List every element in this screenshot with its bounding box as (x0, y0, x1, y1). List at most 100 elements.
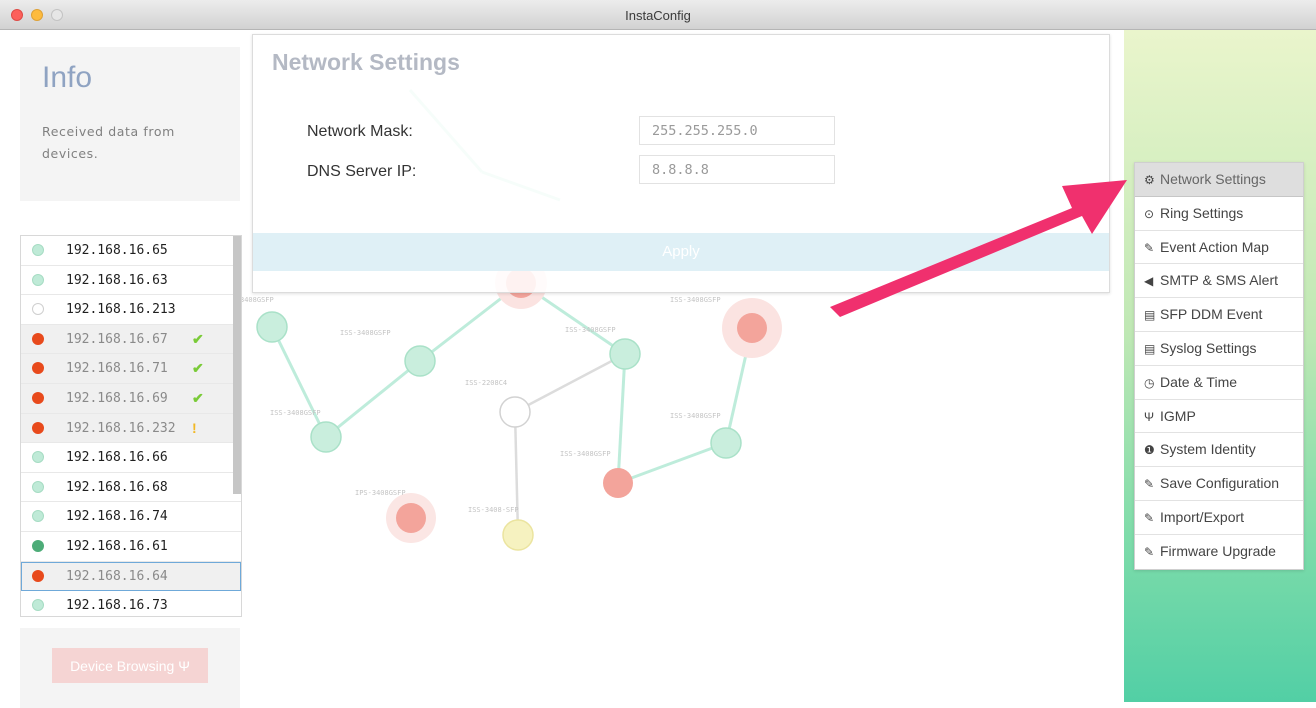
network-mask-input[interactable] (639, 116, 835, 145)
device-browsing-button[interactable]: Device Browsing Ψ (52, 648, 208, 683)
info-title: Info (42, 61, 93, 94)
menu-icon: ✎ (1144, 510, 1155, 525)
device-row[interactable]: 192.168.16.65 (21, 236, 241, 266)
network-settings-title: Network Settings (272, 49, 460, 75)
graph-node (404, 345, 436, 377)
menu-item-syslog-settings[interactable]: ▤ Syslog Settings (1135, 332, 1303, 366)
graph-node (603, 468, 633, 498)
menu-icon: ✎ (1144, 477, 1155, 492)
graph-node (710, 427, 742, 459)
device-row[interactable]: 192.168.16.66 (21, 443, 241, 473)
device-ip: 192.168.16.232 (66, 420, 176, 436)
status-dot-icon (32, 332, 44, 345)
menu-icon: ✎ (1144, 544, 1155, 559)
device-ip: 192.168.16.65 (66, 243, 168, 258)
settings-menu: ⚙ Network Settings ⊙ Ring Settings ✎ Event Ac… (1134, 162, 1304, 570)
window-title: InstaConfig (625, 8, 691, 23)
graph-node (737, 313, 767, 343)
graph-node-label: ISS-3408-SFP (468, 506, 519, 514)
graph-node-label: IPS-3408GSFP (355, 489, 406, 497)
device-row[interactable]: 192.168.16.63 (21, 266, 241, 296)
device-row[interactable]: 192.168.16.71 ✔ (21, 354, 241, 384)
graph-node-label: ISS-3408GSFP (565, 326, 616, 334)
menu-icon: ✎ (1144, 240, 1155, 255)
menu-item-label: Date & Time (1160, 373, 1238, 390)
status-dot-icon (32, 391, 44, 404)
device-ip: 192.168.16.63 (66, 272, 168, 288)
device-row[interactable]: 192.168.16.67 ✔ (21, 324, 241, 355)
menu-icon: ◷ (1144, 375, 1155, 390)
warning-icon: ! (192, 419, 197, 436)
status-dot-icon (32, 303, 44, 316)
device-list[interactable]: 192.168.16.65 192.168.16.63 192.168.16.213… (20, 235, 242, 617)
menu-item-network-settings[interactable]: ⚙ Network Settings (1135, 163, 1303, 197)
menu-item-label: Import/Export (1160, 508, 1245, 525)
menu-item-smtp-sms-alert[interactable]: ◀ SMTP & SMS Alert (1135, 264, 1303, 299)
device-row[interactable]: 192.168.16.74 (21, 502, 241, 532)
graph-node-label: ISS-3408GSFP (670, 296, 721, 304)
menu-item-label: Network Settings (1160, 171, 1266, 187)
menu-item-label: Firmware Upgrade (1160, 542, 1276, 559)
sitemap-icon: Ψ (178, 658, 190, 674)
graph-node (256, 311, 288, 343)
menu-item-save-configuration[interactable]: ✎ Save Configuration (1135, 467, 1303, 501)
device-ip: 192.168.16.64 (66, 568, 168, 584)
menu-icon: ▤ (1144, 308, 1156, 323)
device-row[interactable]: 192.168.16.69 ✔ (21, 383, 241, 414)
device-row[interactable]: 192.168.16.213 (21, 295, 241, 325)
device-ip: 192.168.16.68 (66, 479, 168, 495)
device-list-scrollbar[interactable] (233, 236, 241, 494)
menu-item-event-action-map[interactable]: ✎ Event Action Map (1135, 231, 1303, 265)
status-dot-icon (32, 599, 44, 612)
menu-item-label: IGMP (1160, 407, 1196, 424)
device-browsing-card: Device Browsing Ψ (20, 628, 240, 708)
device-row[interactable]: 192.168.16.64 (21, 561, 241, 592)
menu-icon: Ψ (1144, 409, 1155, 424)
graph-node-label: ISS-2208C4 (465, 379, 507, 387)
status-dot-icon (32, 244, 44, 256)
menu-item-system-identity[interactable]: ❶ System Identity (1135, 433, 1303, 468)
device-row[interactable]: 192.168.16.68 (21, 473, 241, 503)
graph-node (502, 519, 534, 551)
device-ip: 192.168.16.213 (66, 302, 176, 318)
graph-node (499, 396, 531, 428)
apply-button[interactable]: Apply (253, 233, 1109, 271)
checkmark-icon: ✔ (192, 389, 204, 406)
menu-item-label: SMTP & SMS Alert (1160, 272, 1278, 289)
status-dot-icon (32, 510, 44, 523)
menu-icon: ❶ (1144, 443, 1155, 458)
menu-item-igmp[interactable]: Ψ IGMP (1135, 400, 1303, 434)
menu-item-label: Syslog Settings (1160, 339, 1257, 356)
graph-node-label: ISS-3408GSFP (270, 409, 321, 417)
network-mask-label: Network Mask: (307, 123, 413, 140)
menu-item-firmware-upgrade[interactable]: ✎ Firmware Upgrade (1135, 535, 1303, 569)
menu-item-label: Ring Settings (1160, 204, 1244, 221)
menu-item-sfp-ddm-event[interactable]: ▤ SFP DDM Event (1135, 298, 1303, 332)
status-dot-icon (32, 362, 44, 375)
menu-item-label: Event Action Map (1160, 238, 1269, 255)
status-dot-icon (32, 569, 44, 582)
status-dot-icon (32, 539, 44, 552)
device-ip: 192.168.16.73 (66, 598, 168, 614)
checkmark-icon: ✔ (192, 330, 204, 347)
menu-item-date-time[interactable]: ◷ Date & Time (1135, 366, 1303, 400)
menu-item-label: System Identity (1160, 441, 1256, 458)
title-bar: InstaConfig (0, 0, 1316, 30)
device-row[interactable]: 192.168.16.73 (21, 591, 241, 616)
menu-item-import-export[interactable]: ✎ Import/Export (1135, 501, 1303, 535)
menu-item-ring-settings[interactable]: ⊙ Ring Settings (1135, 197, 1303, 231)
device-row[interactable]: 192.168.16.232! (21, 413, 241, 444)
network-settings-panel: Network Settings Network Mask: DNS Serve… (252, 34, 1110, 293)
dns-server-input[interactable] (639, 155, 835, 184)
status-dot-icon (32, 421, 44, 434)
menu-icon: ⊙ (1144, 206, 1155, 221)
menu-item-label: SFP DDM Event (1160, 306, 1263, 323)
device-browsing-label: Device Browsing (70, 658, 175, 674)
info-message: Received data from devices. (42, 124, 175, 161)
dns-server-label: DNS Server IP: (307, 163, 417, 180)
checkmark-icon: ✔ (192, 360, 204, 377)
graph-node (396, 503, 426, 533)
device-row[interactable]: 192.168.16.61 (21, 532, 241, 562)
graph-node (310, 421, 342, 453)
menu-icon: ▤ (1144, 341, 1156, 356)
